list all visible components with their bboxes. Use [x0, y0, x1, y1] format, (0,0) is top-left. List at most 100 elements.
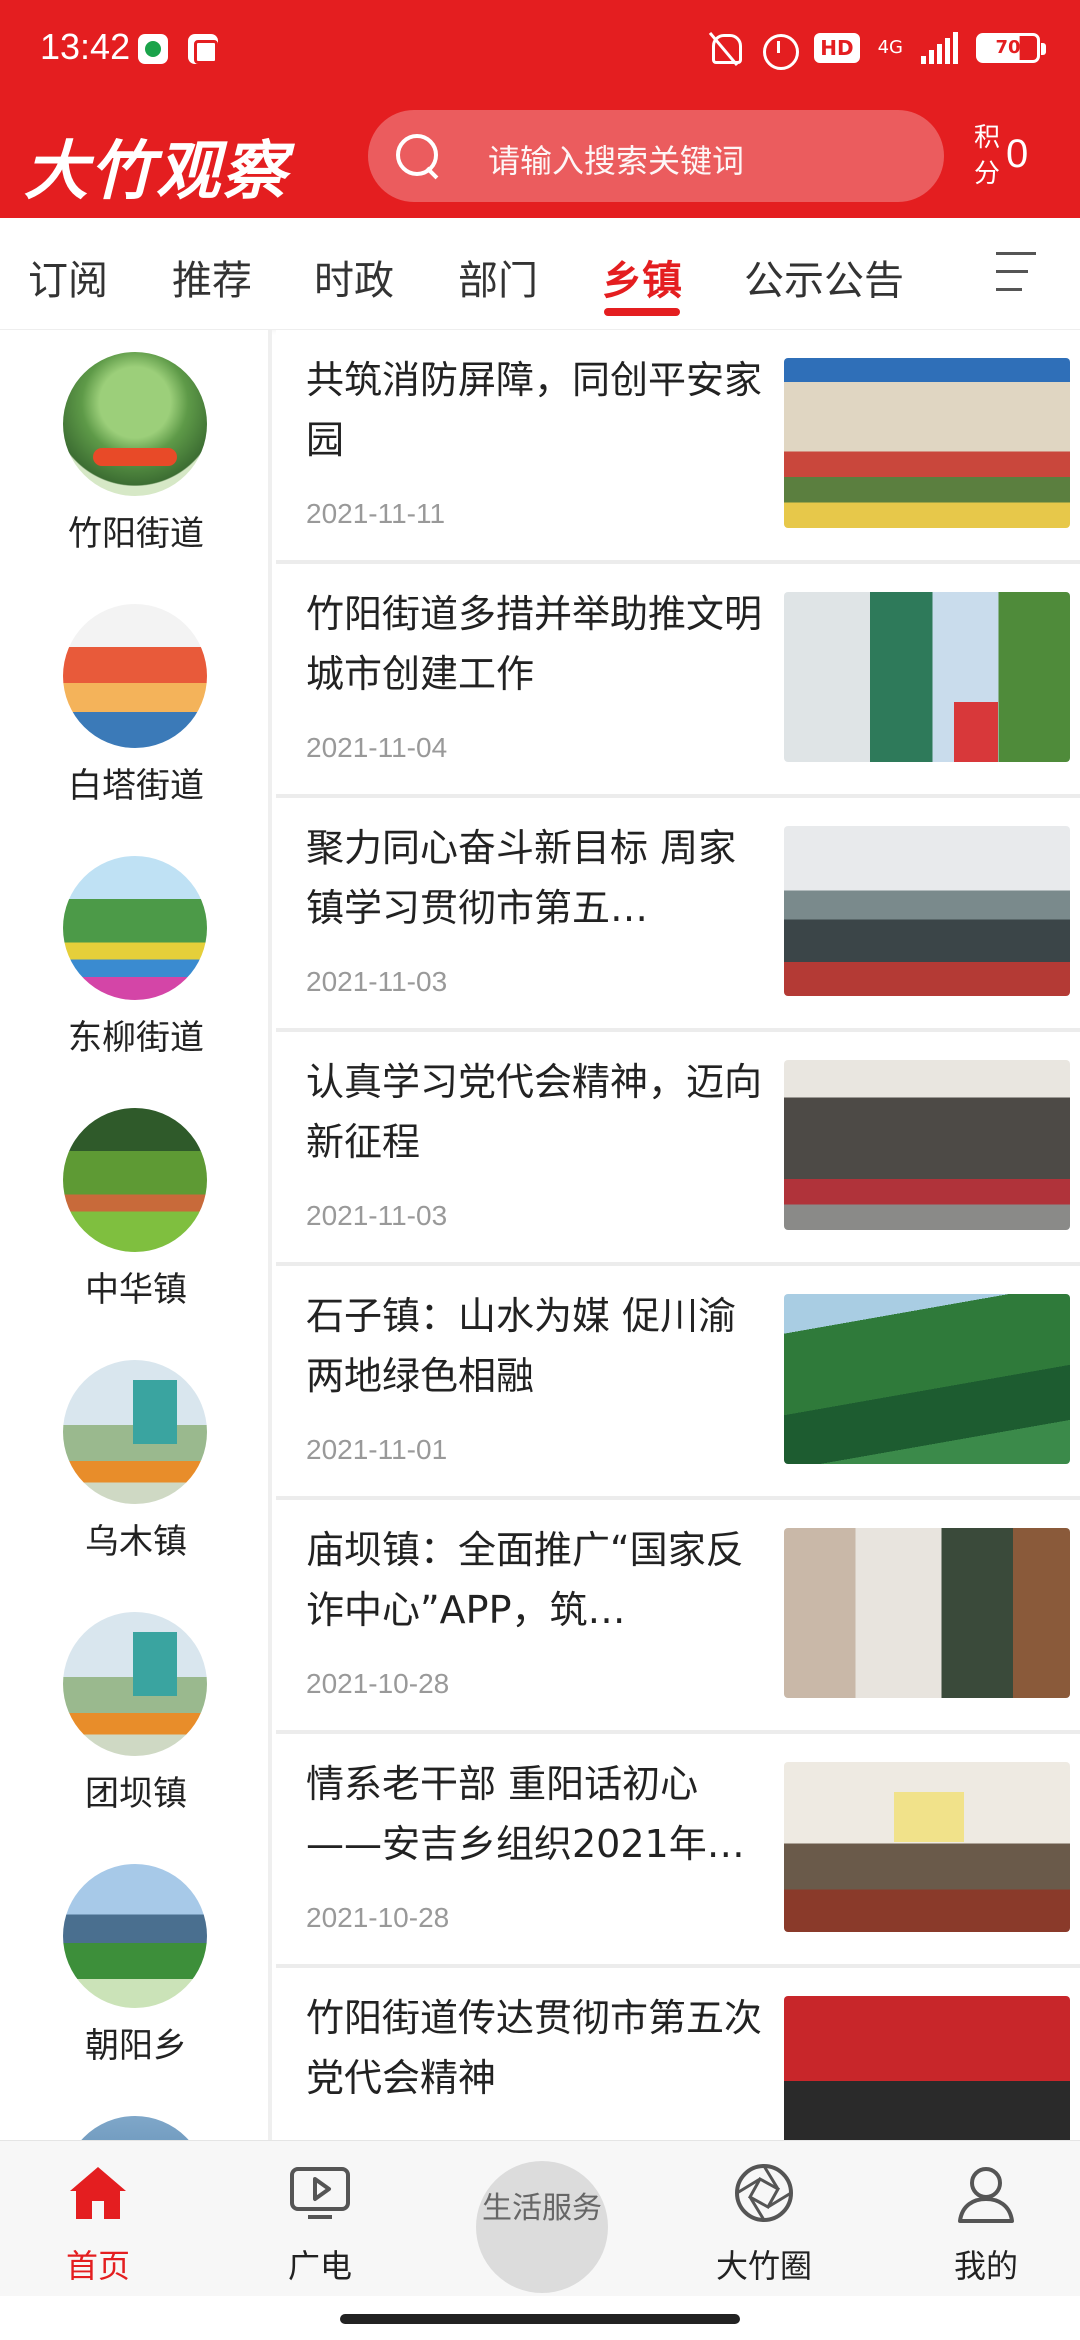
list-item[interactable]: 聚力同心奋斗新目标 周家镇学习贯彻市第五… 2021-11-03	[276, 798, 1080, 1028]
sidebar-item-dongliu[interactable]: 东柳街道	[0, 834, 268, 1086]
nav-label: 广电	[287, 2247, 352, 2285]
tab-recommend[interactable]: 推荐	[172, 248, 252, 306]
signal-icon	[921, 32, 958, 64]
news-title: 石子镇：山水为媒 促川渝两地绿色相融	[306, 1294, 737, 1398]
town-avatar	[63, 856, 207, 1000]
sidebar-item-baita[interactable]: 白塔街道	[0, 582, 268, 834]
news-date: 2021-11-01	[306, 1434, 448, 1465]
aperture-icon	[735, 2164, 793, 2222]
points-value[interactable]: 0	[1006, 132, 1028, 177]
sidebar-item-label: 朝阳乡	[85, 2026, 187, 2066]
nav-label: 我的	[953, 2247, 1018, 2285]
app-screen: 13:42 HD 4G 70 大竹观察 请输入搜索关键词 积分 0 订阅 推荐	[0, 0, 1080, 2340]
tab-politics[interactable]: 时政	[314, 248, 394, 306]
nav-home[interactable]: 首页	[0, 2141, 206, 2297]
list-item[interactable]: 共筑消防屏障，同创平安家园 2021-11-11	[276, 330, 1080, 560]
life-service-button[interactable]: 生活服务	[476, 2161, 608, 2293]
tab-towns[interactable]: 乡镇	[602, 248, 682, 306]
news-date: 2021-11-11	[306, 498, 446, 529]
list-item[interactable]: 情系老干部 重阳话初心——安吉乡组织2021年… 2021-10-28	[276, 1734, 1080, 1964]
app-logo[interactable]: 大竹观察	[24, 120, 288, 212]
sidebar-item-label: 中华镇	[85, 1270, 187, 1310]
battery-icon: 70	[976, 33, 1046, 63]
town-sidebar: 竹阳街道 白塔街道 东柳街道 中华镇 乌木镇 团坝镇 朝阳乡	[0, 330, 272, 2140]
town-avatar	[63, 1864, 207, 2008]
phone-app-icon	[138, 34, 168, 64]
news-thumbnail	[784, 358, 1070, 528]
list-item[interactable]: 竹阳街道传达贯彻市第五次党代会精神	[276, 1968, 1080, 2140]
sidebar-item-label: 白塔街道	[68, 766, 204, 806]
news-list: 共筑消防屏障，同创平安家园 2021-11-11 竹阳街道多措并举助推文明城市创…	[276, 330, 1080, 2140]
sidebar-item-chaoyang[interactable]: 朝阳乡	[0, 1842, 268, 2094]
status-bar: 13:42 HD 4G 70	[0, 0, 1080, 96]
news-thumbnail	[784, 1762, 1070, 1932]
sidebar-item-tuanba[interactable]: 团坝镇	[0, 1590, 268, 1842]
alarm-icon	[760, 30, 800, 70]
sidebar-item-zhonghua[interactable]: 中华镇	[0, 1086, 268, 1338]
news-thumbnail	[784, 1294, 1070, 1464]
active-tab-indicator	[604, 308, 680, 316]
list-item[interactable]: 庙坝镇：全面推广“国家反诈中心”APP，筑… 2021-10-28	[276, 1500, 1080, 1730]
sidebar-item-label: 乌木镇	[85, 1522, 187, 1562]
sidebar-item-zhuyang[interactable]: 竹阳街道	[0, 330, 268, 582]
news-date: 2021-11-03	[306, 966, 448, 997]
sidebar-item-label: 团坝镇	[85, 1774, 187, 1814]
menu-icon[interactable]	[996, 250, 1040, 294]
news-date: 2021-11-03	[306, 1200, 448, 1231]
news-title: 共筑消防屏障，同创平安家园	[306, 358, 763, 462]
news-date: 2021-10-28	[306, 1668, 450, 1699]
town-avatar	[63, 1612, 207, 1756]
status-icons: HD 4G 70	[706, 26, 1046, 70]
list-item[interactable]: 竹阳街道多措并举助推文明城市创建工作 2021-11-04	[276, 564, 1080, 794]
tab-announcements[interactable]: 公示公告	[744, 248, 904, 306]
nav-circle[interactable]: 大竹圈	[656, 2141, 872, 2297]
news-title: 竹阳街道传达贯彻市第五次党代会精神	[306, 1996, 763, 2100]
nav-label: 首页	[65, 2247, 130, 2285]
category-tabs: 订阅 推荐 时政 部门 乡镇 公示公告	[0, 218, 1080, 330]
tab-subscribe[interactable]: 订阅	[28, 248, 108, 306]
app-header: 13:42 HD 4G 70 大竹观察 请输入搜索关键词 积分 0	[0, 0, 1080, 218]
network-type: 4G	[877, 37, 903, 58]
news-date: 2021-10-28	[306, 1902, 450, 1933]
sidebar-item-next[interactable]	[0, 2094, 268, 2140]
tv-icon	[290, 2167, 350, 2219]
town-avatar	[63, 604, 207, 748]
search-input[interactable]: 请输入搜索关键词	[368, 110, 944, 202]
nav-tv[interactable]: 广电	[212, 2141, 428, 2297]
town-avatar	[63, 2116, 207, 2140]
town-avatar	[63, 352, 207, 496]
news-thumbnail	[784, 592, 1070, 762]
news-thumbnail	[784, 1996, 1070, 2140]
mute-icon	[706, 30, 743, 66]
gesture-bar[interactable]	[340, 2314, 740, 2324]
news-title: 庙坝镇：全面推广“国家反诈中心”APP，筑…	[306, 1528, 744, 1632]
sidebar-item-wumu[interactable]: 乌木镇	[0, 1338, 268, 1590]
points-label[interactable]: 积分	[974, 120, 1004, 192]
news-title: 情系老干部 重阳话初心——安吉乡组织2021年…	[306, 1762, 745, 1866]
news-thumbnail	[784, 826, 1070, 996]
home-icon	[70, 2167, 126, 2219]
nav-mine[interactable]: 我的	[878, 2141, 1080, 2297]
search-icon	[394, 132, 442, 180]
news-thumbnail	[784, 1528, 1070, 1698]
hd-badge: HD	[814, 33, 860, 63]
nav-label: 大竹圈	[715, 2247, 812, 2285]
list-item[interactable]: 石子镇：山水为媒 促川渝两地绿色相融 2021-11-01	[276, 1266, 1080, 1496]
sidebar-item-label: 竹阳街道	[68, 514, 204, 554]
town-avatar	[63, 1108, 207, 1252]
bottom-navigation: 首页 广电 生活服务 大竹圈 我的	[0, 2140, 1080, 2296]
user-icon	[958, 2167, 1014, 2223]
search-placeholder: 请输入搜索关键词	[488, 142, 745, 180]
news-date: 2021-11-04	[306, 732, 448, 763]
tab-departments[interactable]: 部门	[458, 248, 538, 306]
notification-app-icon	[188, 34, 218, 64]
sidebar-item-label: 东柳街道	[68, 1018, 204, 1058]
town-avatar	[63, 1360, 207, 1504]
news-title: 认真学习党代会精神，迈向新征程	[306, 1060, 763, 1164]
list-item[interactable]: 认真学习党代会精神，迈向新征程 2021-11-03	[276, 1032, 1080, 1262]
news-title: 竹阳街道多措并举助推文明城市创建工作	[306, 592, 763, 696]
news-title: 聚力同心奋斗新目标 周家镇学习贯彻市第五…	[306, 826, 737, 930]
status-time: 13:42	[40, 26, 131, 67]
life-service-label: 生活服务	[482, 2191, 602, 2226]
news-thumbnail	[784, 1060, 1070, 1230]
